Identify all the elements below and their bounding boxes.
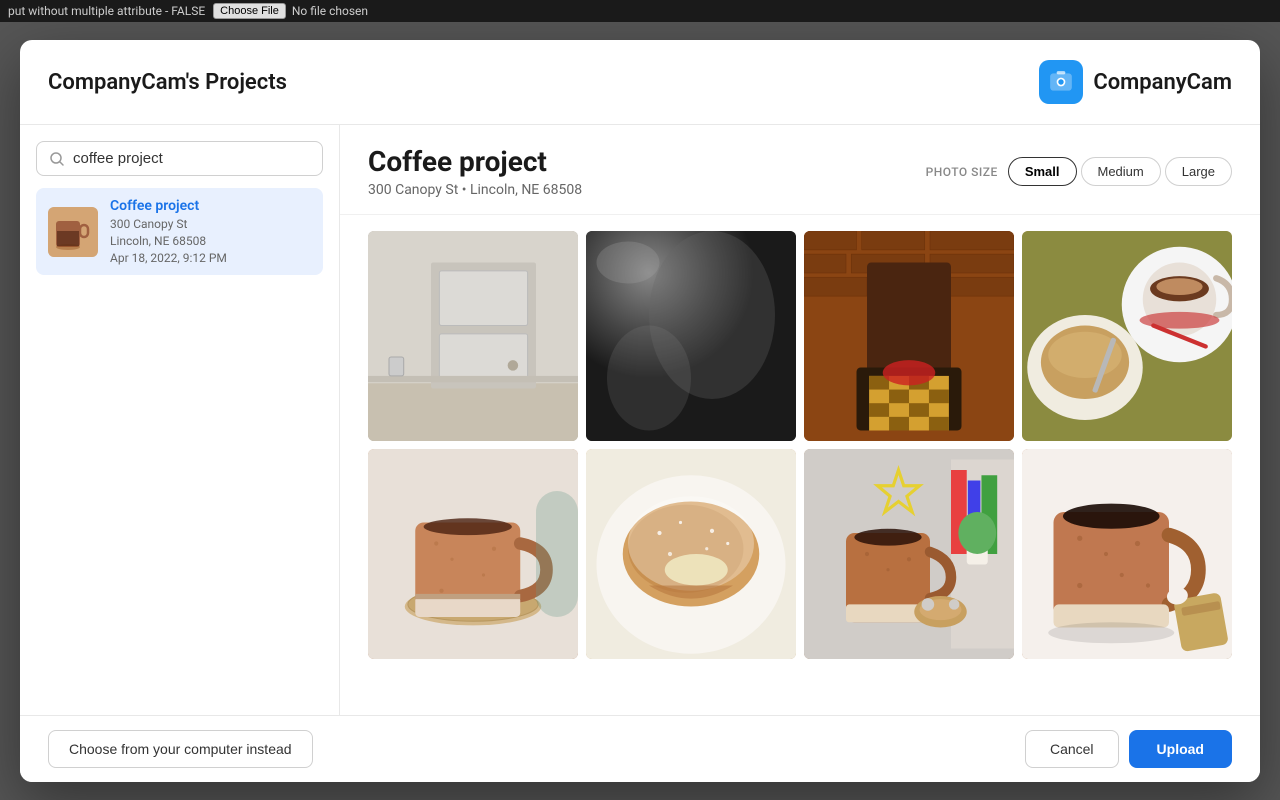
modal-header: CompanyCam's Projects CompanyCam — [20, 40, 1260, 125]
upload-button[interactable]: Upload — [1129, 730, 1232, 768]
no-file-text: No file chosen — [292, 4, 368, 18]
project-city: Lincoln, NE 68508 — [110, 234, 227, 248]
choose-computer-button[interactable]: Choose from your computer instead — [48, 730, 313, 768]
photo-item-4[interactable] — [1022, 231, 1232, 441]
photo-size-label: PHOTO SIZE — [926, 165, 998, 179]
photo-grid — [368, 231, 1232, 659]
photo-item-1[interactable] — [368, 231, 578, 441]
size-medium-button[interactable]: Medium — [1081, 157, 1161, 186]
footer-actions: Cancel Upload — [1025, 730, 1232, 768]
file-input-bar: Choose File No file chosen — [213, 3, 368, 19]
search-icon — [49, 151, 65, 167]
modal-body: Coffee project 300 Canopy St Lincoln, NE… — [20, 125, 1260, 715]
size-small-button[interactable]: Small — [1008, 157, 1077, 186]
photo-item-7[interactable] — [804, 449, 1014, 659]
content-title: Coffee project — [368, 145, 582, 178]
photo-item-6[interactable] — [586, 449, 796, 659]
size-options: Small Medium Large — [1008, 157, 1232, 186]
project-info: Coffee project 300 Canopy St Lincoln, NE… — [110, 198, 227, 265]
project-date: Apr 18, 2022, 9:12 PM — [110, 251, 227, 265]
modal: CompanyCam's Projects CompanyCam — [20, 40, 1260, 782]
project-thumbnail — [48, 207, 98, 257]
brand-name: CompanyCam — [1093, 70, 1232, 95]
project-address: 300 Canopy St — [110, 217, 227, 231]
search-input[interactable] — [73, 150, 310, 167]
photo-item-5[interactable] — [368, 449, 578, 659]
project-list-item[interactable]: Coffee project 300 Canopy St Lincoln, NE… — [36, 188, 323, 275]
browser-bar-text: put without multiple attribute - FALSE — [8, 4, 205, 18]
browser-bar: put without multiple attribute - FALSE C… — [0, 0, 1280, 22]
content-subtitle: 300 Canopy St • Lincoln, NE 68508 — [368, 182, 582, 198]
size-large-button[interactable]: Large — [1165, 157, 1232, 186]
modal-title: CompanyCam's Projects — [48, 70, 287, 95]
content-title-group: Coffee project 300 Canopy St • Lincoln, … — [368, 145, 582, 198]
photo-grid-container — [340, 215, 1260, 715]
brand-logo: CompanyCam — [1039, 60, 1232, 104]
content-header: Coffee project 300 Canopy St • Lincoln, … — [340, 125, 1260, 215]
choose-file-button[interactable]: Choose File — [213, 3, 286, 19]
search-box — [36, 141, 323, 176]
photo-size-section: PHOTO SIZE Small Medium Large — [926, 157, 1232, 186]
cancel-button[interactable]: Cancel — [1025, 730, 1119, 768]
photo-item-3[interactable] — [804, 231, 1014, 441]
sidebar: Coffee project 300 Canopy St Lincoln, NE… — [20, 125, 340, 715]
modal-footer: Choose from your computer instead Cancel… — [20, 715, 1260, 782]
photo-item-2[interactable] — [586, 231, 796, 441]
company-cam-icon — [1039, 60, 1083, 104]
project-name: Coffee project — [110, 198, 227, 214]
main-content: Coffee project 300 Canopy St • Lincoln, … — [340, 125, 1260, 715]
photo-item-8[interactable] — [1022, 449, 1232, 659]
